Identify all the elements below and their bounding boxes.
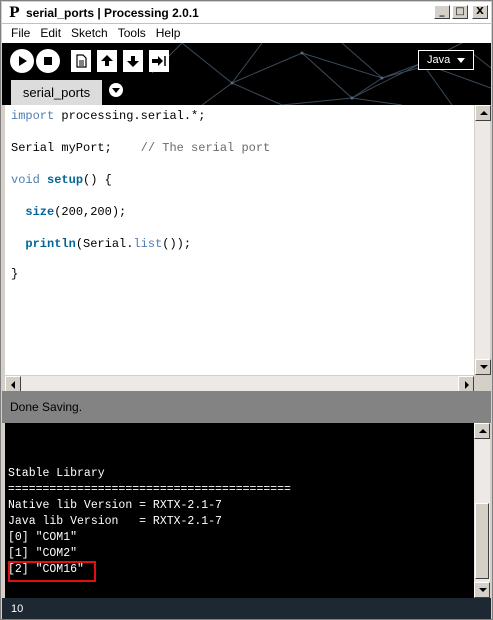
arrow-right-icon bbox=[465, 381, 469, 389]
line-number-bar: 10 bbox=[2, 598, 491, 619]
scroll-right-button[interactable] bbox=[458, 376, 474, 392]
scrollbar-corner bbox=[474, 375, 490, 391]
arrow-up-icon bbox=[479, 429, 487, 433]
scroll-left-button[interactable] bbox=[5, 376, 21, 392]
stop-icon bbox=[44, 57, 52, 65]
chevron-down-icon bbox=[457, 58, 465, 63]
console-line: [0] "COM1" bbox=[8, 531, 78, 544]
menu-help[interactable]: Help bbox=[151, 24, 186, 43]
console-line: Java lib Version = RXTX-2.1-7 bbox=[8, 515, 222, 528]
toolbar: Java serial_ports bbox=[2, 43, 491, 105]
window-title: serial_ports | Processing 2.0.1 bbox=[26, 6, 199, 20]
menu-edit[interactable]: Edit bbox=[35, 24, 66, 43]
run-icon bbox=[19, 56, 27, 66]
editor-vertical-scrollbar[interactable] bbox=[474, 105, 491, 375]
console-vertical-scrollbar[interactable] bbox=[474, 423, 490, 598]
scroll-up-button[interactable] bbox=[475, 105, 491, 121]
status-bar: Done Saving. bbox=[2, 391, 491, 423]
line-number: 10 bbox=[11, 602, 24, 615]
title-bar[interactable]: P serial_ports | Processing 2.0.1 _ □ X bbox=[2, 2, 491, 24]
tab-menu-button[interactable] bbox=[109, 83, 123, 97]
code-line-6: } bbox=[11, 267, 19, 281]
console-scroll-down-button[interactable] bbox=[474, 582, 490, 598]
close-button[interactable]: X bbox=[472, 5, 488, 19]
minimize-button[interactable]: _ bbox=[434, 5, 450, 19]
horizontal-scroll-thumb[interactable] bbox=[21, 377, 458, 391]
console-scroll-up-button[interactable] bbox=[474, 423, 490, 439]
open-icon bbox=[101, 55, 113, 66]
menu-tools[interactable]: Tools bbox=[113, 24, 151, 43]
code-line-3: void setup() { bbox=[11, 173, 112, 187]
arrow-down-icon bbox=[480, 365, 488, 369]
menu-bar: File Edit Sketch Tools Help bbox=[2, 24, 491, 43]
arrow-down-icon bbox=[479, 588, 487, 592]
editor-horizontal-scrollbar[interactable] bbox=[5, 375, 474, 392]
processing-logo-icon: P bbox=[9, 5, 20, 21]
console-line: Native lib Version = RXTX-2.1-7 bbox=[8, 499, 222, 512]
app-window: P serial_ports | Processing 2.0.1 _ □ X … bbox=[0, 0, 493, 620]
console-line: Stable Library bbox=[8, 467, 105, 480]
code-line-2: Serial myPort; // The serial port bbox=[11, 141, 271, 155]
tab-label: serial_ports bbox=[22, 85, 91, 100]
mode-selector[interactable]: Java bbox=[418, 50, 474, 70]
save-icon bbox=[127, 56, 139, 67]
maximize-button[interactable]: □ bbox=[452, 5, 468, 19]
code-line-4: size(200,200); bbox=[25, 205, 127, 219]
code-editor[interactable]: import processing.serial.*; Serial myPor… bbox=[5, 105, 474, 375]
console-line: ========================================… bbox=[8, 483, 291, 496]
window-controls: _ □ X bbox=[434, 5, 488, 19]
new-button[interactable] bbox=[71, 50, 91, 72]
new-icon bbox=[76, 54, 87, 68]
console-scroll-thumb[interactable] bbox=[475, 503, 489, 579]
mode-label: Java bbox=[427, 54, 451, 66]
tab-serial-ports[interactable]: serial_ports bbox=[11, 80, 102, 105]
highlight-annotation-box bbox=[8, 561, 96, 582]
run-button[interactable] bbox=[10, 49, 34, 73]
console-line: [1] "COM2" bbox=[8, 547, 78, 560]
save-button[interactable] bbox=[123, 50, 143, 72]
export-icon bbox=[152, 56, 166, 66]
console-output[interactable]: Stable Library =========================… bbox=[5, 423, 474, 598]
code-line-1: import processing.serial.*; bbox=[11, 109, 206, 123]
menu-file[interactable]: File bbox=[6, 24, 35, 43]
arrow-left-icon bbox=[11, 381, 15, 389]
scroll-down-button[interactable] bbox=[475, 359, 491, 375]
menu-sketch[interactable]: Sketch bbox=[66, 24, 113, 43]
export-button[interactable] bbox=[149, 50, 169, 72]
code-line-5: println(Serial.list()); bbox=[25, 237, 192, 251]
open-button[interactable] bbox=[97, 50, 117, 72]
status-message: Done Saving. bbox=[10, 400, 83, 414]
stop-button[interactable] bbox=[36, 49, 60, 73]
arrow-up-icon bbox=[480, 111, 488, 115]
